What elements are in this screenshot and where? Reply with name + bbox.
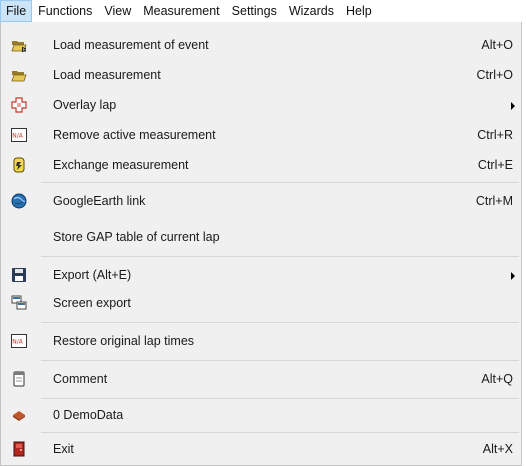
menu-item-label: Exit (53, 442, 74, 456)
menu-item-label: Load measurement of event (53, 38, 209, 52)
svg-text:E: E (23, 48, 26, 54)
menu-separator (41, 398, 519, 399)
menu-item-load-measurement[interactable]: Load measurement Ctrl+O (1, 62, 521, 88)
menu-separator (41, 256, 519, 257)
menu-item-label: Screen export (53, 296, 131, 310)
menu-item-demodata[interactable]: 0 DemoData (1, 402, 521, 428)
folder-event-icon: E (11, 37, 27, 53)
shortcut-label: Ctrl+O (476, 68, 513, 82)
svg-text:N/A: N/A (12, 339, 24, 346)
exit-door-icon (11, 441, 27, 457)
menu-file[interactable]: File (0, 0, 33, 22)
menu-item-restore-original-lap-times[interactable]: N/A Restore original lap times (1, 328, 521, 354)
menu-separator (41, 322, 519, 323)
menu-item-load-measurement-of-event[interactable]: E Load measurement of event Alt+O (1, 32, 521, 58)
menu-item-comment[interactable]: Comment Alt+Q (1, 366, 521, 392)
menu-item-label: Overlay lap (53, 98, 117, 112)
data-book-icon (11, 407, 27, 423)
overlay-lap-icon (11, 97, 27, 113)
menu-item-overlay-lap[interactable]: Overlay lap (1, 92, 521, 118)
menu-item-store-gap-table[interactable]: Store GAP table of current lap (1, 224, 521, 250)
na-icon: N/A (11, 127, 27, 143)
globe-icon (11, 193, 27, 209)
floppy-disk-icon (11, 267, 27, 283)
file-dropdown-menu: E Load measurement of event Alt+O Load m… (0, 22, 522, 466)
menu-item-label: Store GAP table of current lap (53, 230, 220, 244)
menu-item-label: Load measurement (53, 68, 161, 82)
submenu-arrow-icon (511, 272, 515, 280)
menu-bar: File Functions View Measurement Settings… (0, 0, 526, 22)
menu-item-export[interactable]: Export (Alt+E) (1, 262, 521, 288)
menu-item-remove-active-measurement[interactable]: N/A Remove active measurement Ctrl+R (1, 122, 521, 148)
menu-view[interactable]: View (98, 0, 137, 22)
menu-measurement[interactable]: Measurement (137, 0, 225, 22)
menu-functions[interactable]: Functions (32, 0, 98, 22)
menu-item-label: Comment (53, 372, 108, 386)
menu-item-exit[interactable]: Exit Alt+X (1, 436, 521, 462)
menu-separator (41, 432, 519, 433)
shortcut-label: Ctrl+R (477, 128, 513, 142)
menu-item-label: 0 DemoData (53, 408, 124, 422)
shortcut-label: Ctrl+E (477, 158, 513, 172)
menu-item-label: Exchange measurement (53, 158, 189, 172)
shortcut-label: Ctrl+M (475, 194, 513, 208)
shortcut-label: Alt+O (481, 38, 513, 52)
menu-help[interactable]: Help (340, 0, 378, 22)
submenu-arrow-icon (511, 102, 515, 110)
menu-wizards[interactable]: Wizards (283, 0, 340, 22)
menu-item-exchange-measurement[interactable]: Exchange measurement Ctrl+E (1, 152, 521, 178)
svg-text:N/A: N/A (12, 133, 24, 140)
shortcut-label: Alt+X (482, 442, 513, 456)
menu-separator (41, 360, 519, 361)
menu-item-screen-export[interactable]: Screen export (1, 290, 521, 316)
menu-item-label: Export (Alt+E) (53, 268, 132, 282)
menu-separator (41, 182, 519, 183)
screen-export-icon (11, 295, 27, 311)
menu-item-label: Restore original lap times (53, 334, 195, 348)
notepad-icon (11, 371, 27, 387)
menu-settings[interactable]: Settings (226, 0, 283, 22)
exchange-icon (11, 157, 27, 173)
shortcut-label: Alt+Q (481, 372, 513, 386)
na-icon: N/A (11, 333, 27, 349)
menu-item-googleearth-link[interactable]: GoogleEarth link Ctrl+M (1, 188, 521, 214)
menu-item-label: GoogleEarth link (53, 194, 146, 208)
menu-item-label: Remove active measurement (53, 128, 216, 142)
folder-open-icon (11, 67, 27, 83)
